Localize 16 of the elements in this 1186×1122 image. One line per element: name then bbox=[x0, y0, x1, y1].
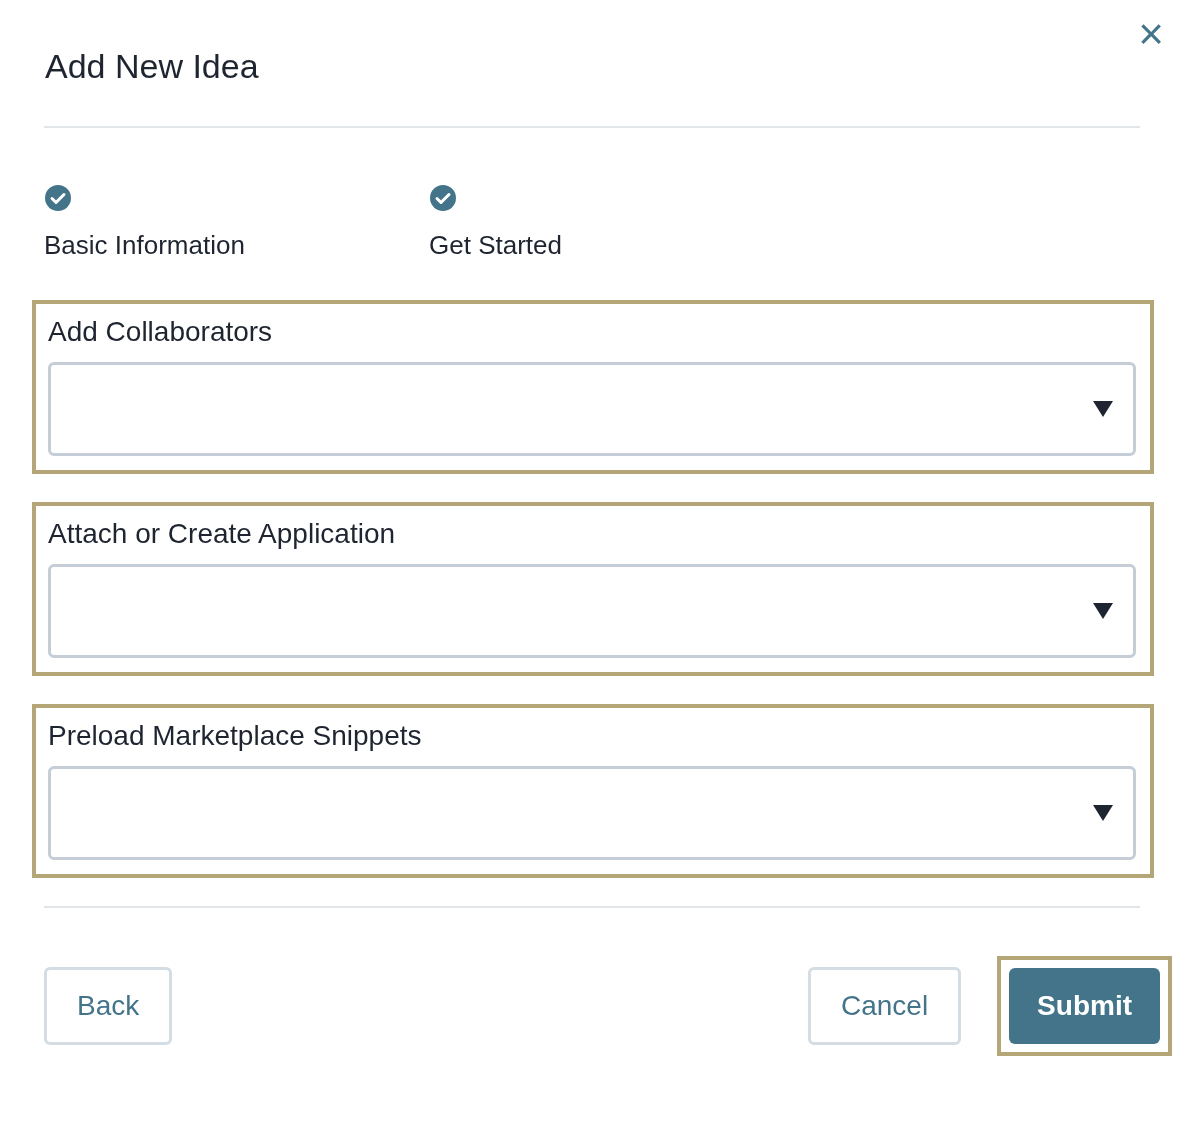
caret-icon bbox=[1093, 805, 1113, 821]
field-label: Attach or Create Application bbox=[48, 517, 397, 551]
close-button[interactable]: × bbox=[1138, 12, 1164, 56]
caret-icon bbox=[1093, 401, 1113, 417]
caret-icon bbox=[1093, 603, 1113, 619]
dropdown-field[interactable] bbox=[48, 766, 1136, 860]
step-label: Get Started bbox=[429, 230, 563, 260]
dropdown-field[interactable] bbox=[48, 362, 1136, 456]
field-label: Add Collaborators bbox=[48, 315, 274, 349]
dropdown-field[interactable] bbox=[48, 564, 1136, 658]
cancel-button[interactable]: Cancel bbox=[807, 967, 962, 1045]
submit-button[interactable]: Submit bbox=[1009, 968, 1160, 1044]
field-label: Preload Marketplace Snippets bbox=[48, 719, 423, 753]
step-label: Basic Information bbox=[44, 230, 246, 260]
dialog-title: Add New Idea bbox=[45, 46, 260, 87]
back-button[interactable]: Back bbox=[44, 967, 173, 1045]
